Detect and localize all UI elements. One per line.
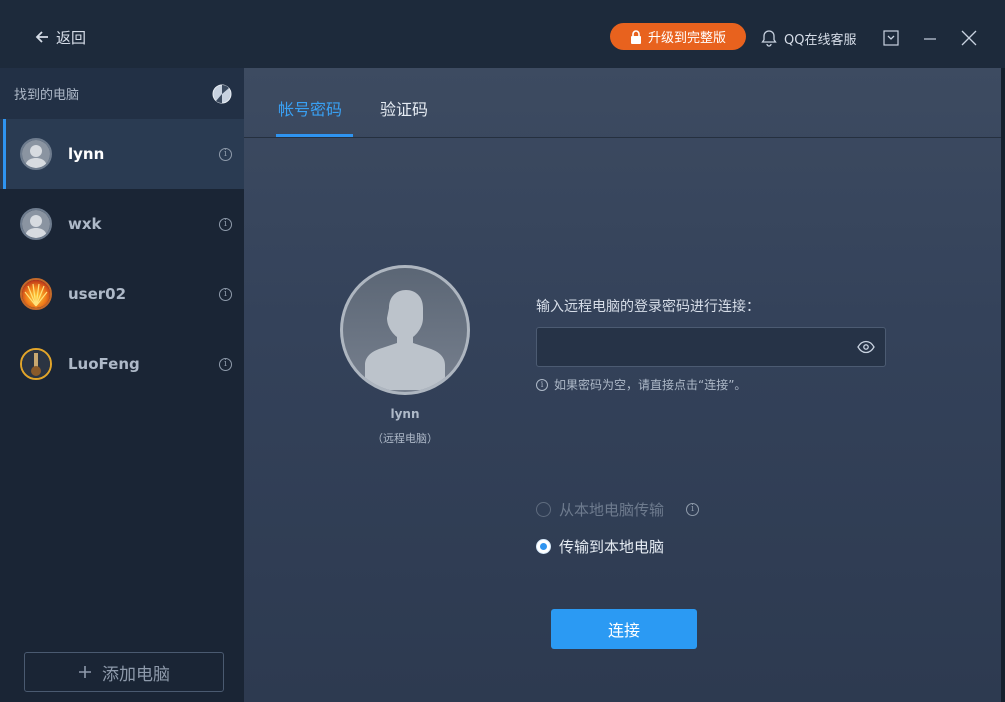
info-icon[interactable]: i	[219, 148, 232, 161]
info-icon[interactable]: i	[686, 503, 700, 516]
tab-verification-code[interactable]: 验证码	[380, 96, 428, 120]
arrow-left-icon	[35, 31, 48, 43]
hint-text: 如果密码为空，请直接点击“连接”。	[554, 378, 747, 392]
qq-label: QQ在线客服	[784, 32, 857, 48]
remote-computer-subtitle: （远程电脑）	[372, 432, 438, 445]
user-avatar-icon	[20, 138, 52, 170]
device-name: wxk	[68, 215, 102, 233]
device-item-lynn[interactable]: lynn i	[0, 119, 244, 189]
upgrade-button[interactable]: 升级到完整版	[610, 23, 746, 50]
info-icon: i	[536, 378, 548, 391]
radio-selected[interactable]	[536, 539, 551, 554]
password-field	[536, 327, 886, 367]
device-sidebar: 找到的电脑 lynn i wxk i user02 i LuoFeng i 添加…	[0, 68, 244, 702]
device-name: lynn	[68, 145, 105, 163]
radio-unselected[interactable]	[536, 502, 551, 517]
sidebar-header: 找到的电脑	[0, 68, 244, 119]
dropdown-menu-button[interactable]	[880, 27, 902, 49]
password-hint: i 如果密码为空，请直接点击“连接”。	[536, 376, 746, 393]
add-computer-label: 添加电脑	[102, 664, 170, 685]
device-name: LuoFeng	[68, 355, 140, 373]
close-icon	[961, 30, 977, 46]
flower-avatar-icon	[20, 278, 52, 310]
plus-icon	[79, 666, 91, 678]
remote-user-avatar-icon	[340, 265, 470, 395]
title-bar: 返回 升级到完整版 QQ在线客服	[0, 0, 1005, 68]
device-item-user02[interactable]: user02 i	[0, 259, 244, 329]
back-label: 返回	[56, 28, 87, 47]
eye-icon[interactable]	[857, 340, 875, 354]
device-name: user02	[68, 285, 127, 303]
info-icon[interactable]: i	[219, 358, 232, 371]
active-tab-underline	[276, 134, 353, 137]
info-icon[interactable]: i	[219, 218, 232, 231]
tab-account-password[interactable]: 帐号密码	[278, 96, 342, 120]
guitar-avatar-icon	[20, 348, 52, 380]
user-avatar-icon	[20, 208, 52, 240]
bell-icon	[761, 30, 777, 47]
option-transfer-to-local[interactable]: 传输到本地电脑	[536, 536, 664, 557]
main-panel: 帐号密码 验证码 lynn （远程电脑） 输入远程电脑的登录密码进行连接： i …	[244, 68, 1005, 702]
dropdown-box-icon	[883, 30, 899, 46]
back-button[interactable]: 返回	[34, 26, 86, 48]
option-label: 传输到本地电脑	[559, 538, 665, 556]
close-button[interactable]	[958, 27, 980, 49]
qq-support-button[interactable]: QQ在线客服	[760, 27, 856, 49]
upgrade-label: 升级到完整版	[647, 31, 726, 46]
device-item-luofeng[interactable]: LuoFeng i	[0, 329, 244, 399]
window-edge	[1001, 68, 1005, 702]
connect-button[interactable]: 连接	[551, 609, 697, 649]
password-prompt: 输入远程电脑的登录密码进行连接：	[536, 299, 760, 315]
device-item-wxk[interactable]: wxk i	[0, 189, 244, 259]
tab-bar: 帐号密码 验证码	[244, 68, 1005, 138]
sidebar-header-label: 找到的电脑	[14, 88, 80, 103]
minimize-button[interactable]	[919, 27, 941, 49]
remote-computer-name: lynn	[390, 407, 420, 421]
option-label: 从本地电脑传输	[559, 501, 665, 519]
password-input[interactable]	[537, 328, 847, 366]
add-computer-button[interactable]: 添加电脑	[24, 652, 224, 692]
info-icon[interactable]: i	[219, 288, 232, 301]
minimize-icon	[924, 38, 936, 40]
option-transfer-from-local[interactable]: 从本地电脑传输 i	[536, 499, 700, 520]
lock-icon	[630, 29, 641, 44]
refresh-spinner-icon[interactable]	[212, 84, 232, 104]
